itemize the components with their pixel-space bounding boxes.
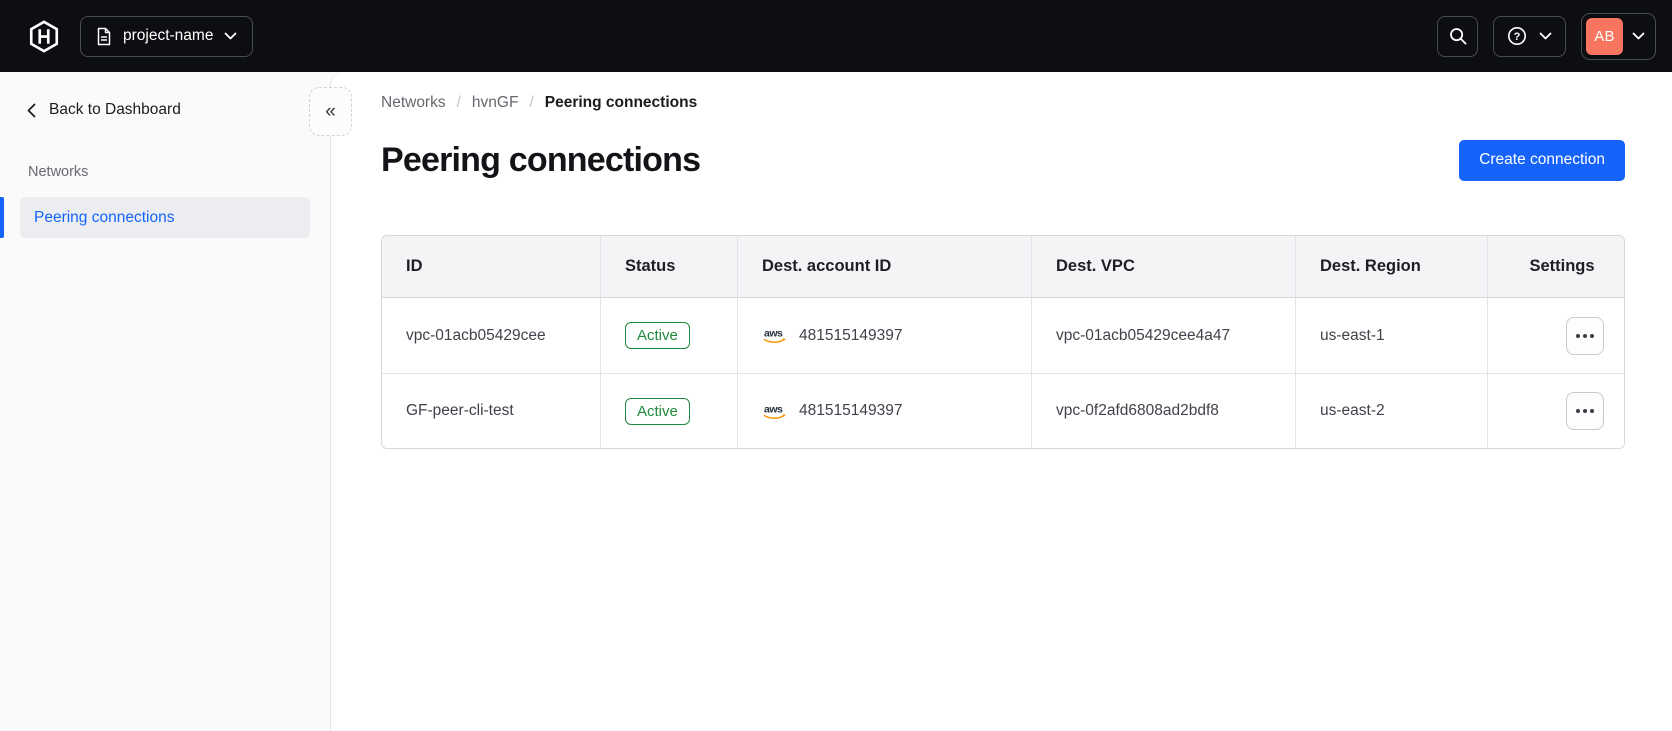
breadcrumb-networks[interactable]: Networks: [381, 94, 446, 112]
cell-dest-region: us-east-1: [1295, 298, 1487, 373]
project-switcher-label: project-name: [123, 27, 214, 44]
breadcrumb-separator: /: [529, 94, 534, 111]
project-switcher[interactable]: project-name: [80, 15, 254, 57]
collapse-chevrons-icon: «: [325, 100, 336, 122]
column-header-status: Status: [600, 236, 737, 297]
sidebar: Back to Dashboard Networks Peering conne…: [0, 72, 330, 731]
chevron-down-icon: [1632, 32, 1645, 39]
hashicorp-logo-icon: [29, 19, 59, 53]
column-header-dest-vpc: Dest. VPC: [1031, 236, 1295, 297]
peering-connections-table: ID Status Dest. account ID Dest. VPC Des…: [381, 235, 1625, 449]
ellipsis-icon: [1576, 333, 1580, 338]
aws-icon: aws: [763, 328, 786, 343]
column-header-dest-account-id: Dest. account ID: [737, 236, 1031, 297]
table-row: vpc-01acb05429cee Active aws 48151514939…: [382, 298, 1624, 373]
back-to-dashboard-label: Back to Dashboard: [49, 101, 181, 118]
chevron-left-icon: [27, 103, 36, 117]
column-header-settings: Settings: [1487, 236, 1624, 297]
column-header-id: ID: [406, 257, 423, 275]
svg-text:aws: aws: [764, 328, 783, 340]
ellipsis-icon: [1576, 409, 1580, 413]
svg-text:aws: aws: [764, 403, 783, 415]
row-settings-menu-button[interactable]: [1566, 392, 1604, 430]
sidebar-collapse-button[interactable]: «: [309, 87, 352, 136]
create-connection-button[interactable]: Create connection: [1459, 139, 1625, 181]
svg-text:?: ?: [1514, 31, 1521, 43]
cell-id: vpc-01acb05429cee: [406, 326, 546, 344]
top-bar: project-name ? AB: [0, 0, 1672, 72]
dest-account-id-value: 481515149397: [799, 326, 903, 344]
page-title: Peering connections: [381, 140, 701, 179]
chevron-down-icon: [1539, 32, 1552, 39]
sidebar-item-label: Peering connections: [34, 208, 175, 226]
app-body: Back to Dashboard Networks Peering conne…: [0, 72, 1672, 731]
aws-icon: aws: [763, 403, 786, 419]
avatar: AB: [1586, 17, 1623, 55]
active-item-indicator: [0, 197, 4, 238]
document-icon: [97, 27, 111, 45]
cell-status: Active: [600, 298, 737, 373]
main-content: « Networks / hvnGF / Peering connections…: [309, 72, 1672, 731]
cell-dest-vpc: vpc-0f2afd6808ad2bdf8: [1031, 374, 1295, 448]
title-row: Peering connections Create connection: [381, 138, 1625, 182]
status-badge: Active: [625, 322, 690, 349]
help-menu-button[interactable]: ?: [1493, 15, 1566, 57]
hashicorp-logo[interactable]: [26, 16, 62, 56]
column-header-dest-region: Dest. Region: [1295, 236, 1487, 297]
row-settings-menu-button[interactable]: [1566, 316, 1604, 355]
breadcrumb-separator: /: [456, 94, 461, 111]
help-icon: ?: [1508, 27, 1526, 45]
table-row: GF-peer-cli-test Active aws 481515149397: [382, 373, 1624, 448]
cell-dest-region: us-east-2: [1295, 374, 1487, 448]
cell-id: GF-peer-cli-test: [406, 402, 514, 419]
sidebar-section-networks: Networks: [28, 164, 89, 180]
breadcrumb: Networks / hvnGF / Peering connections: [381, 92, 1625, 114]
status-badge: Active: [625, 397, 690, 425]
chevron-down-icon: [225, 32, 237, 39]
cell-settings: [1487, 298, 1624, 373]
breadcrumb-hvn[interactable]: hvnGF: [472, 94, 519, 112]
back-to-dashboard-link[interactable]: Back to Dashboard: [0, 72, 330, 122]
app-screen: project-name ? AB Back to Dashboard Netw…: [0, 0, 1672, 731]
breadcrumb-current: Peering connections: [544, 94, 698, 111]
table-header-row: ID Status Dest. account ID Dest. VPC Des…: [382, 236, 1624, 298]
search-icon: [1449, 28, 1467, 45]
search-button[interactable]: [1437, 15, 1478, 57]
sidebar-item-peering-connections[interactable]: Peering connections: [20, 197, 310, 238]
cell-status: Active: [600, 374, 737, 448]
cell-dest-account-id: aws 481515149397: [737, 298, 1031, 373]
account-menu-button[interactable]: AB: [1581, 12, 1656, 60]
dest-account-id-value: 481515149397: [799, 402, 903, 419]
cell-dest-account-id: aws 481515149397: [737, 374, 1031, 448]
cell-dest-vpc: vpc-01acb05429cee4a47: [1031, 298, 1295, 373]
cell-settings: [1487, 374, 1624, 448]
